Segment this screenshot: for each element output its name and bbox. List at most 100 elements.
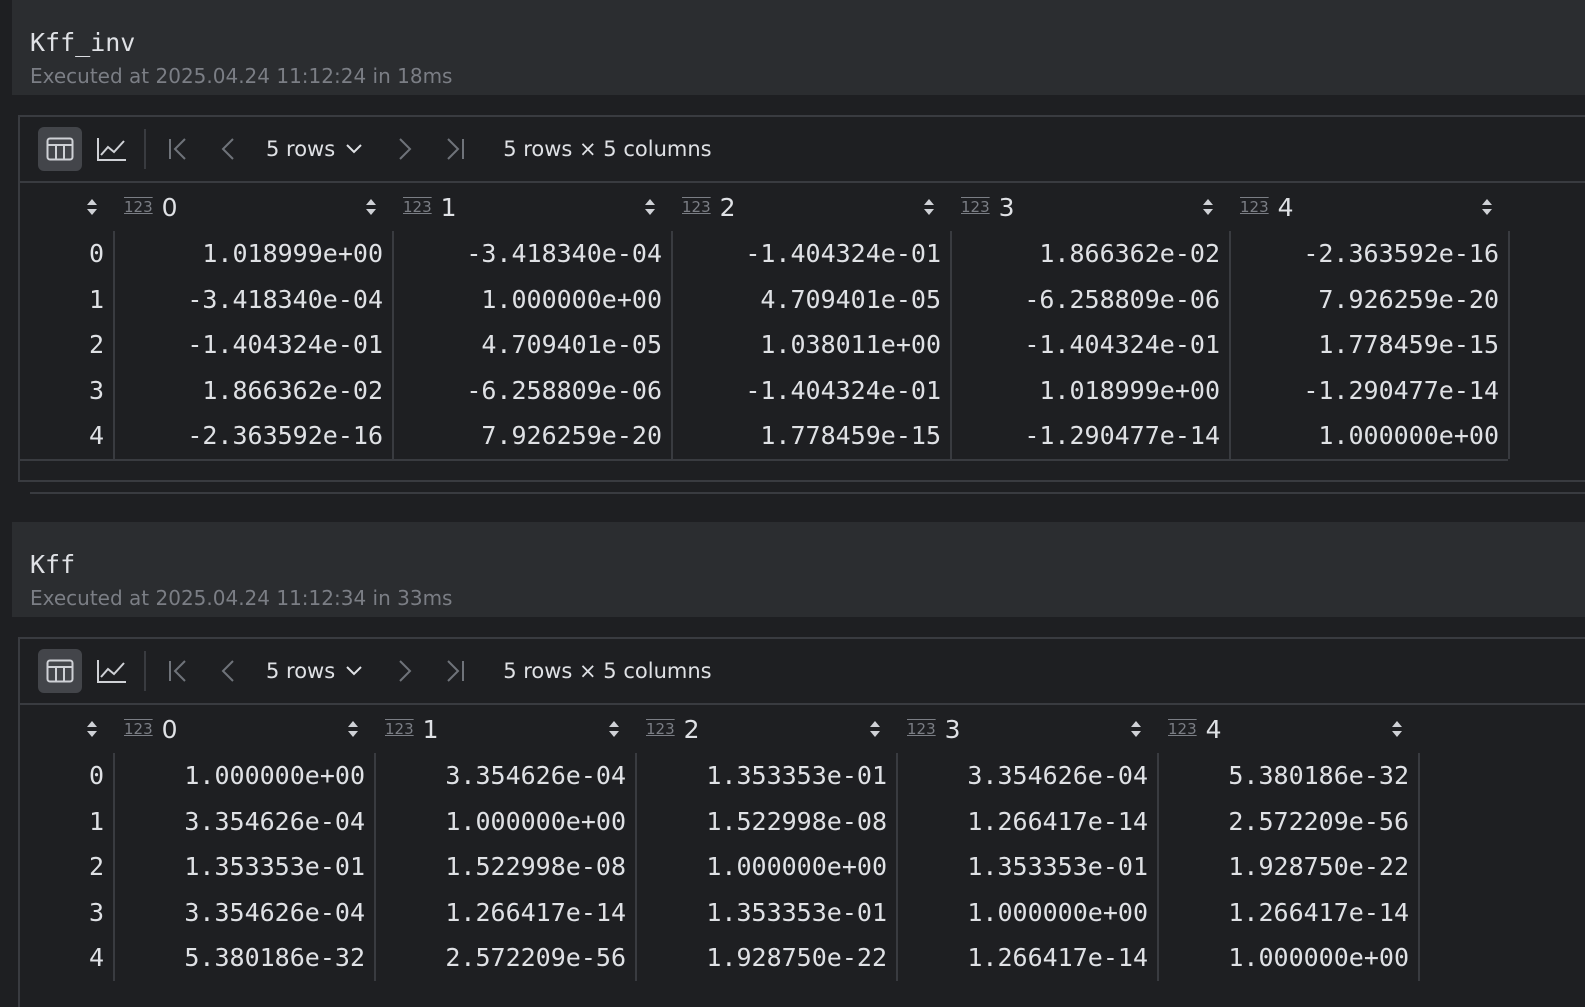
next-page-button[interactable] <box>385 649 425 693</box>
column-header[interactable]: 123 0 <box>114 705 375 753</box>
table-cell[interactable]: 1.866362e-02 <box>951 231 1231 277</box>
column-header[interactable]: 123 3 <box>951 183 1230 231</box>
previous-page-button[interactable] <box>208 649 248 693</box>
table-cell[interactable]: -6.258809e-06 <box>393 367 673 413</box>
sort-icon[interactable] <box>644 197 656 217</box>
next-page-button[interactable] <box>385 127 425 171</box>
first-page-icon <box>169 660 186 682</box>
table-cell[interactable]: 4.709401e-05 <box>672 276 952 322</box>
sort-icon[interactable] <box>347 719 359 739</box>
sort-icon[interactable] <box>608 719 620 739</box>
table-cell[interactable]: -2.363592e-16 <box>1230 231 1510 277</box>
table-row: 0 1.000000e+00 3.354626e-04 1.353353e-01… <box>20 753 1420 799</box>
table-cell[interactable]: 1.266417e-14 <box>897 798 1159 844</box>
table-cell[interactable]: 1.353353e-01 <box>897 844 1159 890</box>
table-cell[interactable]: 1.353353e-01 <box>114 844 376 890</box>
table-cell[interactable]: -3.418340e-04 <box>393 231 673 277</box>
table-cell[interactable]: 2.572209e-56 <box>1158 798 1420 844</box>
table-cell[interactable]: 1.928750e-22 <box>636 935 898 981</box>
column-header[interactable]: 123 3 <box>897 705 1158 753</box>
column-name: 4 <box>1277 192 1294 222</box>
sort-icon[interactable] <box>365 197 377 217</box>
sort-icon[interactable] <box>1130 719 1142 739</box>
table-cell[interactable]: 1.778459e-15 <box>1230 322 1510 368</box>
table-view-button[interactable] <box>38 127 82 171</box>
sort-icon[interactable] <box>1391 719 1403 739</box>
rows-per-page-dropdown[interactable]: 5 rows <box>266 137 363 161</box>
last-page-button[interactable] <box>435 127 475 171</box>
chevron-right-icon <box>399 660 412 682</box>
table-cell[interactable]: 1.928750e-22 <box>1158 844 1420 890</box>
table-cell[interactable]: 3.354626e-04 <box>114 798 376 844</box>
first-page-button[interactable] <box>158 649 198 693</box>
sort-icon[interactable] <box>869 719 881 739</box>
table-cell[interactable]: -1.290477e-14 <box>951 413 1231 459</box>
table-cell[interactable]: 1.866362e-02 <box>114 367 394 413</box>
sort-icon[interactable] <box>86 719 98 739</box>
table-cell[interactable]: -3.418340e-04 <box>114 276 394 322</box>
first-page-button[interactable] <box>158 127 198 171</box>
table-cell[interactable]: 3.354626e-04 <box>375 753 637 799</box>
table-cell[interactable]: 1.000000e+00 <box>636 844 898 890</box>
cell-header: Kff Executed at 2025.04.24 11:12:34 in 3… <box>12 522 1585 617</box>
rows-per-page-dropdown[interactable]: 5 rows <box>266 659 363 683</box>
table-cell[interactable]: 1.018999e+00 <box>114 231 394 277</box>
chart-view-button[interactable] <box>90 127 134 171</box>
column-header[interactable]: 123 2 <box>672 183 951 231</box>
table-cell[interactable]: -1.404324e-01 <box>672 231 952 277</box>
table-cell[interactable]: 3.354626e-04 <box>114 889 376 935</box>
column-header[interactable]: 123 4 <box>1230 183 1509 231</box>
last-page-icon <box>447 660 465 682</box>
sort-icon[interactable] <box>923 197 935 217</box>
table-cell[interactable]: 2.572209e-56 <box>375 935 637 981</box>
horizontal-scrollbar[interactable] <box>20 458 1508 479</box>
table-cell[interactable]: 1.000000e+00 <box>1158 935 1420 981</box>
index-column-header[interactable] <box>20 705 114 753</box>
table-cell[interactable]: 7.926259e-20 <box>393 413 673 459</box>
table-cell[interactable]: 1.266417e-14 <box>375 889 637 935</box>
column-header[interactable]: 123 1 <box>375 705 636 753</box>
table-cell[interactable]: 1.778459e-15 <box>672 413 952 459</box>
table-view-button[interactable] <box>38 649 82 693</box>
table-cell[interactable]: 1.038011e+00 <box>672 322 952 368</box>
row-index: 0 <box>20 753 115 799</box>
table-cell[interactable]: 1.522998e-08 <box>636 798 898 844</box>
row-index: 4 <box>20 935 115 981</box>
table-cell[interactable]: -1.404324e-01 <box>951 322 1231 368</box>
column-header[interactable]: 123 2 <box>636 705 897 753</box>
chart-view-button[interactable] <box>90 649 134 693</box>
table-cell[interactable]: 7.926259e-20 <box>1230 276 1510 322</box>
index-column-header[interactable] <box>20 183 114 231</box>
table-cell[interactable]: 1.018999e+00 <box>951 367 1231 413</box>
last-page-button[interactable] <box>435 649 475 693</box>
column-header[interactable]: 123 0 <box>114 183 393 231</box>
table-cell[interactable]: 1.000000e+00 <box>897 889 1159 935</box>
sort-icon[interactable] <box>1481 197 1493 217</box>
table-cell[interactable]: 1.266417e-14 <box>897 935 1159 981</box>
chevron-left-icon <box>221 138 234 160</box>
sort-icon[interactable] <box>86 197 98 217</box>
table-cell[interactable]: 1.353353e-01 <box>636 889 898 935</box>
table-cell[interactable]: -2.363592e-16 <box>114 413 394 459</box>
table-cell[interactable]: -1.290477e-14 <box>1230 367 1510 413</box>
table-cell[interactable]: 1.000000e+00 <box>1230 413 1510 459</box>
table-cell[interactable]: 1.000000e+00 <box>114 753 376 799</box>
table-cell[interactable]: 1.522998e-08 <box>375 844 637 890</box>
table-cell[interactable]: -1.404324e-01 <box>672 367 952 413</box>
rows-per-page-label: 5 rows <box>266 659 336 683</box>
table-cell[interactable]: 1.000000e+00 <box>393 276 673 322</box>
table-cell[interactable]: 3.354626e-04 <box>897 753 1159 799</box>
table-cell[interactable]: 1.000000e+00 <box>375 798 637 844</box>
table-cell[interactable]: -6.258809e-06 <box>951 276 1231 322</box>
table-cell[interactable]: 5.380186e-32 <box>114 935 376 981</box>
previous-page-button[interactable] <box>208 127 248 171</box>
column-header[interactable]: 123 4 <box>1158 705 1419 753</box>
table-icon <box>46 659 74 683</box>
table-cell[interactable]: 1.266417e-14 <box>1158 889 1420 935</box>
column-header[interactable]: 123 1 <box>393 183 672 231</box>
table-cell[interactable]: 4.709401e-05 <box>393 322 673 368</box>
table-cell[interactable]: 1.353353e-01 <box>636 753 898 799</box>
sort-icon[interactable] <box>1202 197 1214 217</box>
table-cell[interactable]: 5.380186e-32 <box>1158 753 1420 799</box>
table-cell[interactable]: -1.404324e-01 <box>114 322 394 368</box>
